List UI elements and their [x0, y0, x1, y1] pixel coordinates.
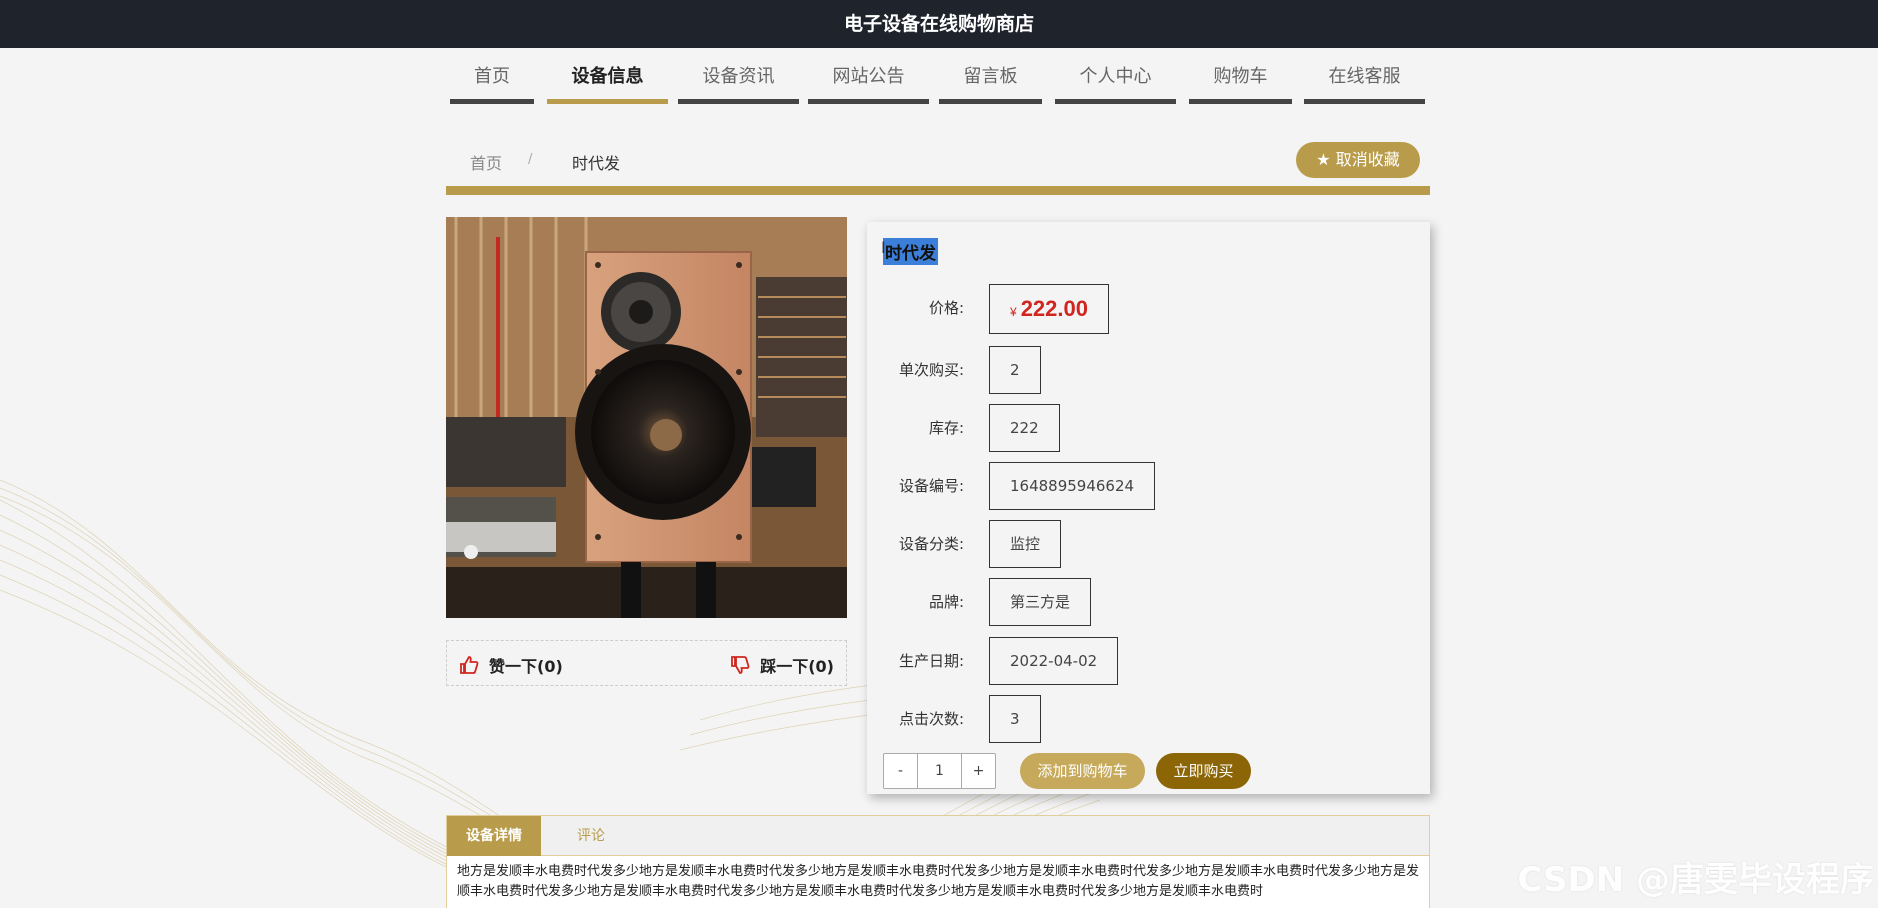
nav-device-info[interactable]: 设备信息: [547, 62, 668, 104]
field-device-code-value: 1648895946624: [989, 462, 1156, 510]
nav-home[interactable]: 首页: [450, 62, 534, 104]
like-label: 赞一下(0): [489, 657, 563, 676]
buy-now-button[interactable]: 立即购买: [1156, 753, 1251, 789]
field-price: 价格: ¥222.00: [867, 284, 1430, 334]
field-stock-value: 222: [989, 404, 1060, 452]
nav-personal-center[interactable]: 个人中心: [1055, 62, 1176, 104]
field-category-value: 监控: [989, 520, 1062, 568]
field-single-purchase-label: 单次购买:: [898, 361, 964, 379]
text-cursor-icon: I: [881, 238, 886, 257]
quantity-stepper: - 1 +: [883, 753, 996, 789]
like-button[interactable]: 赞一下(0): [459, 653, 563, 677]
breadcrumb-separator: /: [528, 152, 533, 167]
field-single-purchase-value: 2: [989, 346, 1041, 394]
nav-cart[interactable]: 购物车: [1189, 62, 1292, 104]
nav-announcements[interactable]: 网站公告: [808, 62, 929, 104]
field-click-count-value: 3: [989, 695, 1041, 743]
csdn-watermark: CSDN @唐雯毕设程序: [1517, 860, 1874, 900]
field-click-count: 点击次数: 3: [867, 695, 1430, 743]
currency-symbol: ¥: [1010, 305, 1017, 319]
field-brand-value: 第三方是: [989, 578, 1092, 626]
field-brand-label: 品牌:: [928, 593, 964, 611]
field-category-label: 设备分类:: [898, 535, 964, 553]
add-to-cart-button[interactable]: 添加到购物车: [1020, 753, 1145, 789]
field-category: 设备分类: 监控: [867, 520, 1430, 568]
field-price-label: 价格:: [928, 299, 964, 317]
field-stock-label: 库存:: [928, 419, 964, 437]
quantity-increase-button[interactable]: +: [962, 754, 995, 788]
quantity-decrease-button[interactable]: -: [884, 754, 917, 788]
product-info-panel: 时代发 I 价格: ¥222.00 单次购买: 2 库存: 222 设备编号: …: [867, 222, 1430, 794]
unfavorite-button[interactable]: ★ 取消收藏: [1296, 142, 1420, 178]
quantity-input[interactable]: 1: [917, 754, 962, 788]
device-description: 地方是发顺丰水电费时代发多少地方是发顺丰水电费时代发多少地方是发顺丰水电费时代发…: [457, 864, 1420, 899]
breadcrumb: 首页 / 时代发 ★ 取消收藏: [446, 140, 1430, 182]
thumbs-down-icon: [731, 656, 750, 674]
main-nav: 首页 设备信息 设备资讯 网站公告 留言板 个人中心 购物车 在线客服: [0, 62, 1878, 104]
breadcrumb-home[interactable]: 首页: [470, 150, 502, 174]
thumbs-up-icon: [460, 656, 479, 674]
tab-bar: 设备详情 评论: [447, 816, 1429, 856]
nav-message-board[interactable]: 留言板: [939, 62, 1042, 104]
detail-tabs: 设备详情 评论 地方是发顺丰水电费时代发多少地方是发顺丰水电费时代发多少地方是发…: [446, 815, 1430, 908]
nav-online-service[interactable]: 在线客服: [1304, 62, 1425, 104]
dislike-button[interactable]: 踩一下(0): [730, 653, 834, 677]
unfavorite-label: 取消收藏: [1335, 150, 1400, 169]
tab-reviews[interactable]: 评论: [541, 816, 641, 856]
price-box: ¥222.00: [989, 284, 1109, 334]
divider-bar: [446, 186, 1430, 195]
breadcrumb-current: 时代发: [572, 154, 621, 173]
price-value: 222.00: [1020, 296, 1088, 321]
field-click-count-label: 点击次数:: [898, 710, 964, 728]
field-stock: 库存: 222: [867, 404, 1430, 452]
field-device-code-label: 设备编号:: [898, 477, 964, 495]
dislike-label: 踩一下(0): [760, 657, 834, 676]
field-production-date-label: 生产日期:: [898, 652, 964, 670]
nav-device-news[interactable]: 设备资讯: [678, 62, 799, 104]
field-production-date-value: 2022-04-02: [989, 637, 1119, 685]
field-single-purchase: 单次购买: 2: [867, 346, 1430, 394]
field-device-code: 设备编号: 1648895946624: [867, 462, 1430, 510]
star-icon: ★: [1316, 150, 1331, 169]
field-production-date: 生产日期: 2022-04-02: [867, 637, 1430, 685]
field-brand: 品牌: 第三方是: [867, 578, 1430, 626]
product-image: [446, 217, 847, 618]
tab-device-detail[interactable]: 设备详情: [447, 816, 541, 856]
product-title: 时代发: [883, 238, 938, 265]
vote-box: 赞一下(0) 踩一下(0): [446, 640, 847, 686]
site-title: 电子设备在线购物商店: [0, 0, 1878, 48]
